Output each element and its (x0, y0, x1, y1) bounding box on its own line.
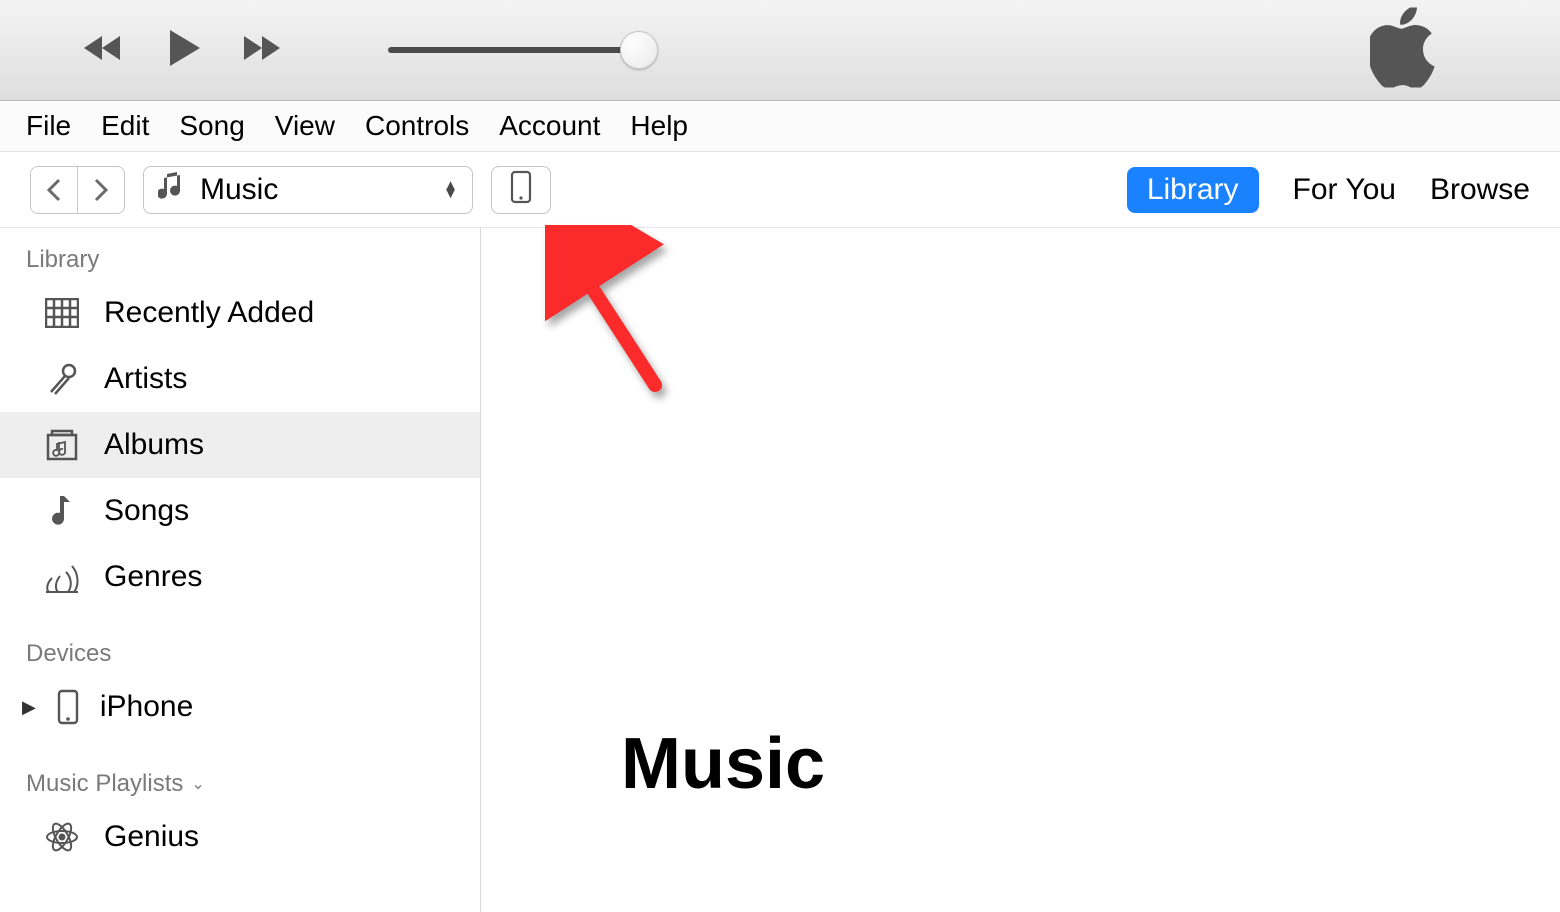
menu-help[interactable]: Help (630, 110, 688, 142)
disclosure-triangle-icon[interactable]: ▶ (22, 697, 36, 718)
phone-icon (510, 170, 532, 209)
menu-controls[interactable]: Controls (365, 110, 469, 142)
main-content: Music (481, 228, 1560, 912)
tab-browse[interactable]: Browse (1430, 173, 1530, 207)
music-note-icon (158, 171, 186, 209)
menu-account[interactable]: Account (499, 110, 600, 142)
menu-song[interactable]: Song (179, 110, 244, 142)
next-button[interactable] (240, 32, 288, 69)
media-type-label: Music (200, 173, 278, 207)
volume-track[interactable] (388, 47, 638, 53)
view-tabs: Library For You Browse (1127, 167, 1530, 213)
page-title: Music (621, 723, 825, 805)
nav-buttons (30, 166, 125, 214)
nav-back-button[interactable] (31, 167, 77, 213)
guitar-icon (42, 560, 82, 594)
tab-library[interactable]: Library (1127, 167, 1259, 213)
grid-icon (42, 298, 82, 328)
sidebar-item-genius[interactable]: Genius (0, 804, 480, 870)
nav-forward-button[interactable] (77, 167, 124, 213)
sidebar-heading-library: Library (0, 236, 480, 280)
menu-view[interactable]: View (275, 110, 335, 142)
previous-button[interactable] (80, 32, 128, 69)
media-type-selector[interactable]: Music ▲▼ (143, 166, 473, 214)
sidebar-item-label: Songs (104, 494, 189, 528)
phone-icon (48, 689, 88, 725)
sidebar-item-songs[interactable]: Songs (0, 478, 480, 544)
sidebar-item-label: Genres (104, 560, 202, 594)
sidebar-item-label: Albums (104, 428, 204, 462)
menu-edit[interactable]: Edit (101, 110, 149, 142)
sidebar-item-iphone[interactable]: ▶ iPhone (0, 674, 480, 740)
sidebar-item-artists[interactable]: Artists (0, 346, 480, 412)
music-note-icon (42, 494, 82, 528)
menu-file[interactable]: File (26, 110, 71, 142)
sidebar-item-albums[interactable]: Albums (0, 412, 480, 478)
chevron-down-icon: ⌄ (191, 774, 204, 794)
sidebar-item-label: Recently Added (104, 296, 314, 330)
album-icon (42, 429, 82, 461)
sidebar-item-label: Genius (104, 820, 199, 854)
sidebar-heading-playlists[interactable]: Music Playlists ⌄ (0, 760, 480, 804)
microphone-icon (42, 362, 82, 396)
body: Library Recently Added Artists (0, 228, 1560, 912)
toolbar: Music ▲▼ Library For You Browse (0, 152, 1560, 228)
sidebar-heading-label: Music Playlists (26, 770, 183, 798)
playback-bar (0, 0, 1560, 101)
transport-controls (80, 26, 288, 75)
menu-bar: File Edit Song View Controls Account Hel… (0, 101, 1560, 152)
sidebar-item-label: iPhone (100, 690, 193, 724)
atom-icon (42, 820, 82, 854)
apple-logo-icon (1370, 8, 1440, 93)
device-button[interactable] (491, 166, 551, 214)
sidebar-item-genres[interactable]: Genres (0, 544, 480, 610)
sidebar-item-recently-added[interactable]: Recently Added (0, 280, 480, 346)
play-button[interactable] (162, 26, 206, 75)
volume-thumb[interactable] (620, 31, 658, 69)
sidebar-item-label: Artists (104, 362, 187, 396)
sidebar: Library Recently Added Artists (0, 228, 481, 912)
sidebar-heading-devices: Devices (0, 630, 480, 674)
updown-chevron-icon: ▲▼ (443, 182, 458, 198)
tab-for-you[interactable]: For You (1293, 173, 1396, 207)
volume-slider[interactable] (388, 47, 638, 53)
